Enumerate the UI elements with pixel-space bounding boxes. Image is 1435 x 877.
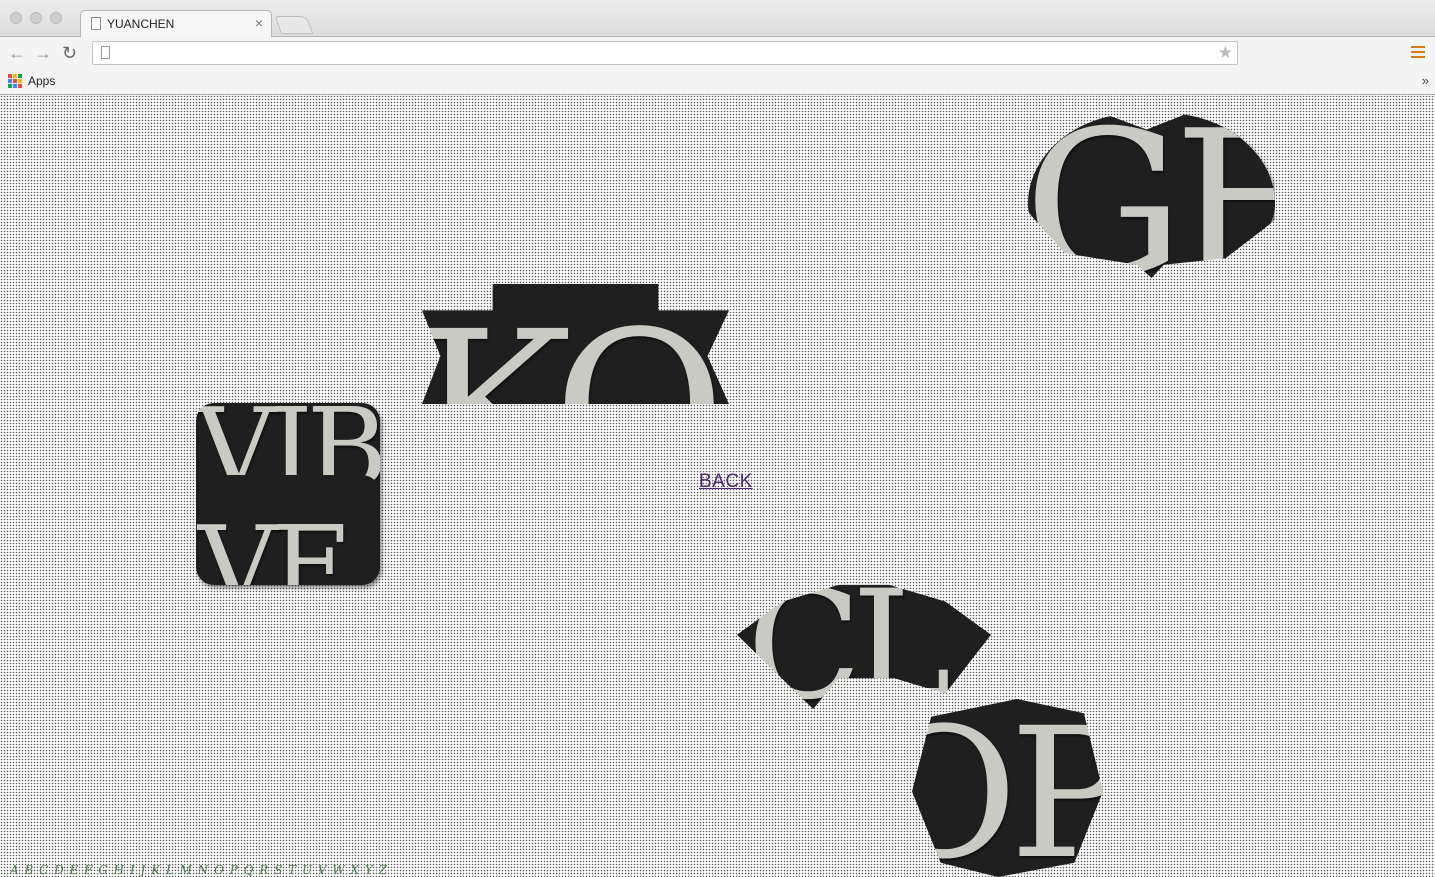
arch-piece: CL — [737, 581, 991, 709]
piece-letters: GH — [1028, 113, 1275, 278]
new-tab-button[interactable] — [274, 16, 314, 34]
alphabet-navigation[interactable]: A B C D E F G H I J K L M N O P Q R S T … — [10, 863, 388, 877]
bookmarks-overflow-icon[interactable]: » — [1422, 73, 1429, 88]
page-content: GH KOL VIB VF CL OP BACK A B C D E F G H… — [0, 95, 1435, 877]
browser-toolbar: ← → ↻ ★ — [0, 37, 1435, 70]
back-link[interactable]: BACK — [699, 471, 753, 493]
piece-letters: KOL — [422, 304, 729, 405]
browser-tab[interactable]: YUANCHEN × — [80, 10, 272, 37]
page-icon — [101, 46, 110, 59]
browser-titlebar: YUANCHEN × — [0, 0, 1435, 37]
window-minimize-button[interactable] — [30, 12, 42, 24]
menu-icon[interactable] — [1411, 46, 1425, 61]
tab-close-icon[interactable]: × — [255, 15, 263, 31]
heart-piece: GH — [1028, 113, 1275, 278]
piece-letters: CL — [747, 581, 951, 709]
banner-piece: KOL — [422, 284, 729, 404]
piece-letters: OP — [912, 699, 1103, 877]
back-arrow-icon[interactable]: ← — [8, 44, 26, 62]
bookmark-star-icon[interactable]: ★ — [1218, 43, 1233, 63]
reload-icon[interactable]: ↻ — [62, 44, 77, 62]
tab-title: YUANCHEN — [107, 17, 175, 31]
bookmarks-bar: Apps » — [0, 70, 1435, 95]
forward-arrow-icon[interactable]: → — [34, 44, 52, 62]
window-zoom-button[interactable] — [50, 12, 62, 24]
page-icon — [91, 17, 101, 30]
apps-bookmark[interactable]: Apps — [28, 74, 55, 88]
cloud-piece: VIB VF — [196, 403, 380, 585]
address-bar[interactable]: ★ — [92, 41, 1238, 65]
hexagon-piece: OP — [912, 699, 1103, 877]
apps-grid-icon[interactable] — [8, 74, 22, 88]
piece-letters-bottom: VF — [198, 502, 348, 585]
window-close-button[interactable] — [10, 12, 22, 24]
url-input[interactable] — [117, 44, 1211, 64]
